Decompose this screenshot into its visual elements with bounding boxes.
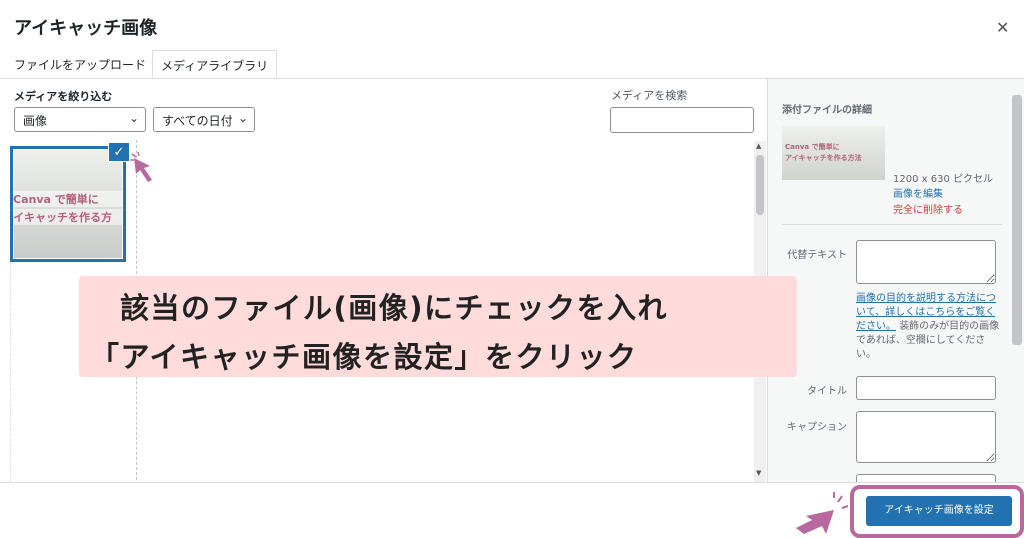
alt-text-field[interactable] — [856, 240, 996, 284]
checkmark-icon[interactable]: ✓ — [108, 142, 130, 162]
grid-divider — [10, 262, 11, 482]
description-field[interactable] — [856, 474, 996, 482]
dialog-title: アイキャッチ画像 — [14, 18, 158, 39]
chevron-down-icon: ⌄ — [128, 111, 139, 125]
media-item-thumbnail[interactable]: Canva で簡単に イキャッチを作る方 — [10, 146, 126, 262]
details-divider — [782, 224, 1002, 225]
instruction-line-2: 「アイキャッチ画像を設定」をクリック — [90, 340, 638, 374]
caption-label: キャプション — [787, 422, 847, 433]
pointer-arrow-icon — [130, 152, 152, 182]
attachment-thumb-line2: アイキャッチを作る方法 — [785, 154, 862, 162]
close-icon[interactable]: ✕ — [996, 18, 1009, 37]
title-field[interactable] — [856, 376, 996, 400]
attachment-thumb-line1: Canva で簡単に — [785, 143, 840, 151]
date-select[interactable]: すべての日付 ⌄ — [153, 107, 255, 132]
thumb-text-line1: Canva で簡単に — [13, 191, 123, 207]
media-type-value: 画像 — [23, 114, 48, 128]
scroll-up-icon[interactable]: ▲ — [756, 142, 761, 150]
scroll-down-icon[interactable]: ▼ — [756, 469, 761, 477]
attachment-thumbnail: Canva で簡単に アイキャッチを作る方法 — [782, 126, 885, 180]
alt-text-help: 画像の目的を説明する方法について、詳しくはこちらをご覧ください。 装飾のみが目的… — [856, 292, 1000, 362]
date-value: すべての日付 — [162, 114, 233, 128]
title-label: タイトル — [807, 386, 847, 397]
image-dimensions: 1200 x 630 ピクセル — [893, 174, 993, 185]
instruction-line-1: 該当のファイル(画像)にチェックを入れ — [120, 291, 669, 325]
chevron-down-icon: ⌄ — [237, 111, 248, 125]
edit-image-link[interactable]: 画像を編集 — [893, 185, 943, 200]
grid-scrollbar-thumb[interactable] — [756, 155, 764, 215]
search-label: メディアを検索 — [611, 89, 688, 102]
media-type-select[interactable]: 画像 ⌄ — [14, 107, 146, 132]
sidebar-scrollbar[interactable] — [1012, 95, 1022, 345]
caption-field[interactable] — [856, 411, 996, 463]
search-input[interactable] — [610, 107, 754, 133]
filter-label: メディアを絞り込む — [14, 90, 113, 103]
set-featured-image-button[interactable]: アイキャッチ画像を設定 — [866, 496, 1012, 526]
tab-upload[interactable]: ファイルをアップロード — [6, 50, 154, 78]
pointer-arrow-icon — [796, 492, 849, 534]
tab-media-library[interactable]: メディアライブラリ — [152, 50, 278, 78]
thumb-text-line2: イキャッチを作る方 — [13, 209, 123, 225]
delete-permanently-link[interactable]: 完全に削除する — [893, 201, 963, 216]
attachment-details-title: 添付ファイルの詳細 — [782, 105, 872, 116]
alt-text-label: 代替テキスト — [787, 250, 847, 261]
